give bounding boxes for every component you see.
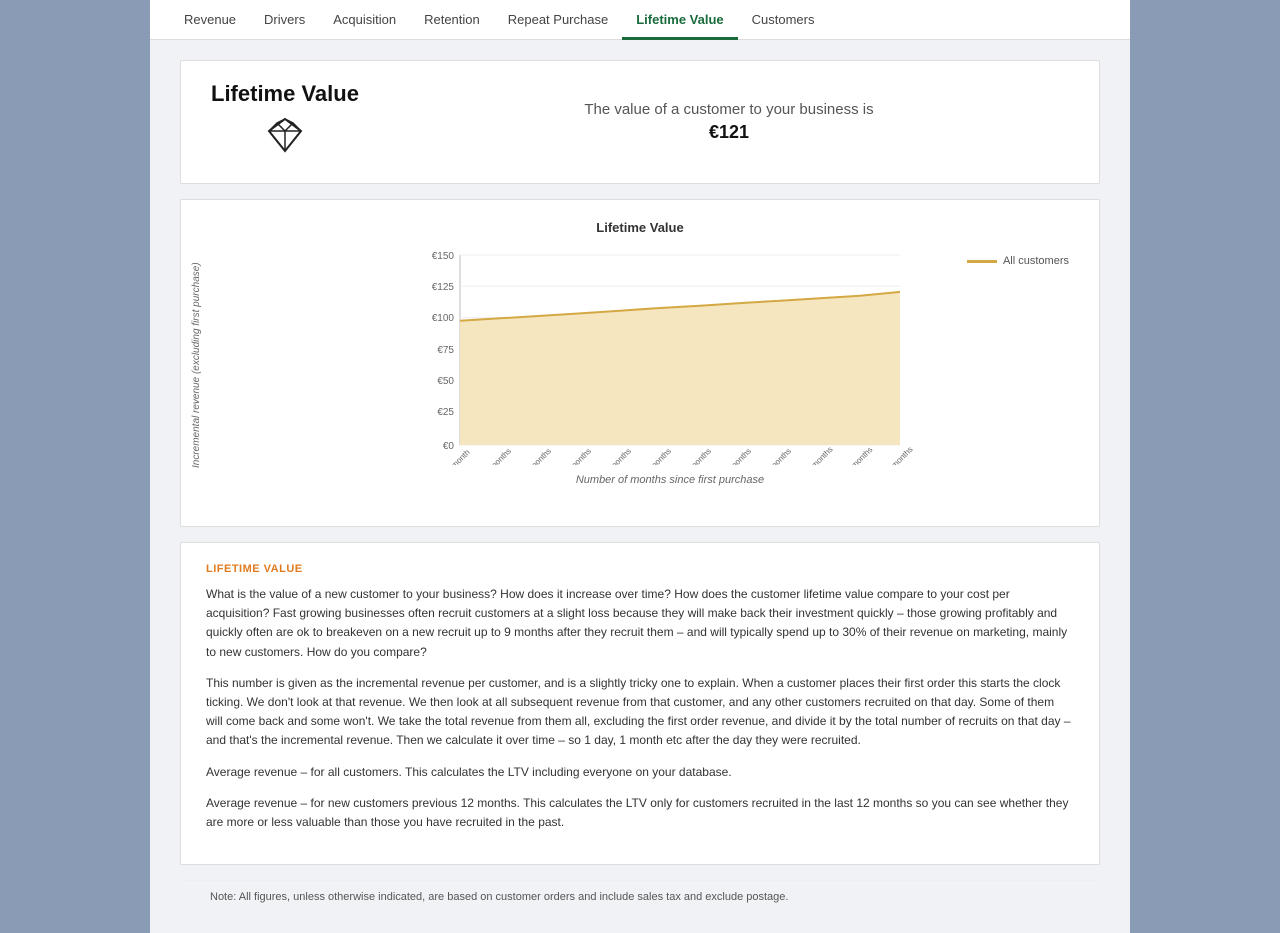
svg-text:4 months: 4 months bbox=[563, 446, 593, 465]
y-axis-label: Incremental revenue (excluding first pur… bbox=[191, 245, 251, 486]
nav-item-customers[interactable]: Customers bbox=[738, 0, 829, 40]
nav-item-repeat-purchase[interactable]: Repeat Purchase bbox=[494, 0, 622, 40]
page-wrapper: RevenueDriversAcquisitionRetentionRepeat… bbox=[150, 0, 1130, 933]
header-card: Lifetime Value The value of a customer t… bbox=[180, 60, 1100, 184]
header-left: Lifetime Value bbox=[211, 81, 359, 163]
svg-text:11 months: 11 months bbox=[842, 445, 874, 465]
nav-item-revenue[interactable]: Revenue bbox=[170, 0, 250, 40]
header-subtitle: The value of a customer to your business… bbox=[389, 101, 1069, 143]
svg-text:6 months: 6 months bbox=[643, 446, 673, 465]
svg-text:12 months: 12 months bbox=[882, 445, 915, 465]
chart-svg: €150 €125 €100 €75 €50 €25 €0 1 month 2 bbox=[251, 245, 1089, 465]
svg-text:9 months: 9 months bbox=[763, 446, 793, 465]
diamond-icon bbox=[265, 115, 305, 163]
nav-item-drivers[interactable]: Drivers bbox=[250, 0, 319, 40]
chart-container: All customers bbox=[251, 245, 1089, 486]
svg-text:€150: €150 bbox=[432, 251, 455, 262]
info-paragraph-3: Average revenue – for all customers. Thi… bbox=[206, 763, 1074, 782]
svg-text:5 months: 5 months bbox=[603, 446, 633, 465]
page-title: Lifetime Value bbox=[211, 81, 359, 107]
svg-text:€125: €125 bbox=[432, 282, 455, 293]
nav-bar: RevenueDriversAcquisitionRetentionRepeat… bbox=[150, 0, 1130, 40]
info-card: LIFETIME VALUE What is the value of a ne… bbox=[180, 542, 1100, 865]
x-axis-label: Number of months since first purchase bbox=[251, 474, 1089, 486]
chart-title: Lifetime Value bbox=[191, 220, 1089, 235]
svg-text:2 months: 2 months bbox=[483, 446, 513, 465]
section-label: LIFETIME VALUE bbox=[206, 563, 1074, 575]
svg-text:€75: €75 bbox=[437, 345, 454, 356]
info-paragraph-1: What is the value of a new customer to y… bbox=[206, 585, 1074, 662]
legend-label: All customers bbox=[1003, 255, 1069, 267]
svg-text:€50: €50 bbox=[437, 376, 454, 387]
chart-legend: All customers bbox=[967, 255, 1069, 267]
svg-text:€0: €0 bbox=[443, 441, 455, 452]
nav-item-retention[interactable]: Retention bbox=[410, 0, 494, 40]
ltv-value: €121 bbox=[389, 122, 1069, 143]
svg-text:€100: €100 bbox=[432, 313, 455, 324]
svg-text:7 months: 7 months bbox=[683, 446, 713, 465]
svg-text:8 months: 8 months bbox=[723, 446, 753, 465]
main-content: Lifetime Value The value of a customer t… bbox=[150, 40, 1130, 933]
svg-text:10 months: 10 months bbox=[802, 445, 835, 465]
info-paragraph-4: Average revenue – for new customers prev… bbox=[206, 794, 1074, 832]
chart-card: Lifetime Value Incremental revenue (excl… bbox=[180, 199, 1100, 527]
svg-text:€25: €25 bbox=[437, 407, 454, 418]
svg-text:3 months: 3 months bbox=[523, 446, 553, 465]
nav-item-lifetime-value[interactable]: Lifetime Value bbox=[622, 0, 737, 40]
nav-item-acquisition[interactable]: Acquisition bbox=[319, 0, 410, 40]
legend-line bbox=[967, 260, 997, 263]
chart-area: Incremental revenue (excluding first pur… bbox=[191, 245, 1089, 486]
info-paragraph-2: This number is given as the incremental … bbox=[206, 674, 1074, 751]
note-text: Note: All figures, unless otherwise indi… bbox=[180, 880, 1100, 913]
